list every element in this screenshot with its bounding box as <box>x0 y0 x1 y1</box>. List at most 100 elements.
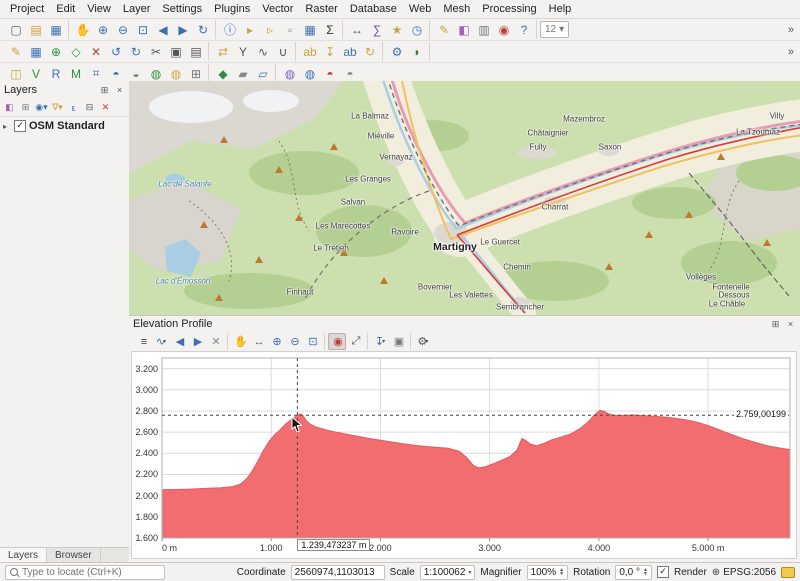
paste-features-icon[interactable]: ▤ <box>185 42 205 61</box>
manage-map-themes-icon[interactable]: ◉▾ <box>34 100 49 115</box>
measure-line-icon[interactable]: ↔ <box>346 20 366 39</box>
pin-labels-icon[interactable]: ↧ <box>319 42 339 61</box>
style-manager-icon[interactable]: ◧ <box>453 20 473 39</box>
temporal-controller-icon[interactable]: ◷ <box>406 20 426 39</box>
menu-plugins[interactable]: Plugins <box>208 2 256 16</box>
menu-database[interactable]: Database <box>344 2 403 16</box>
measure-profile-icon[interactable]: ⤢ <box>346 333 364 350</box>
open-attribute-table-icon[interactable]: ▦ <box>299 20 319 39</box>
deselect-all-icon[interactable]: ▫ <box>279 20 299 39</box>
rotation-spinbox[interactable]: 0,0 °▲▼ <box>615 565 652 580</box>
scale-combo[interactable]: 1:100062▾ <box>420 565 476 580</box>
tab-browser[interactable]: Browser <box>47 548 101 563</box>
new-project-icon[interactable]: ▢ <box>5 20 25 39</box>
pan-map-icon[interactable]: ✋ <box>72 20 92 39</box>
crs-status[interactable]: ⊕ EPSG:2056 <box>712 567 776 578</box>
toolbar-combo[interactable]: 12▾ <box>540 21 569 38</box>
capture-curve-icon[interactable]: ∿▾ <box>152 333 170 350</box>
menu-web[interactable]: Web <box>403 2 437 16</box>
close-icon[interactable]: × <box>785 319 796 330</box>
vertex-tool-icon[interactable]: ◇ <box>65 42 85 61</box>
menu-project[interactable]: Project <box>4 2 50 16</box>
undo-icon[interactable]: ↺ <box>105 42 125 61</box>
undock-icon[interactable]: ⊞ <box>99 85 110 96</box>
zoom-out-profile-icon[interactable]: ⊖ <box>285 333 303 350</box>
save-project-icon[interactable]: ▦ <box>45 20 65 39</box>
elevation-chart-plot[interactable] <box>132 352 796 558</box>
zoom-x-axis-icon[interactable]: ↔ <box>249 333 267 350</box>
select-features-icon[interactable]: ▸ <box>239 20 259 39</box>
magnifier-spinbox[interactable]: 100%▲▼ <box>527 565 569 580</box>
menu-settings[interactable]: Settings <box>156 2 208 16</box>
zoom-out-icon[interactable]: ⊖ <box>112 20 132 39</box>
new-bookmark-icon[interactable]: ★ <box>386 20 406 39</box>
processing-toolbox-icon[interactable]: ⚙ <box>386 42 406 61</box>
undock-icon[interactable]: ⊞ <box>770 319 781 330</box>
nudge-left-icon[interactable]: ◀ <box>170 333 188 350</box>
highlight-labels-icon[interactable]: ab <box>339 42 359 61</box>
python-console-icon[interactable]: ◗ <box>406 42 426 61</box>
rotate-label-icon[interactable]: ↻ <box>359 42 379 61</box>
pan-profile-icon[interactable]: ✋ <box>231 333 249 350</box>
delete-selected-icon[interactable]: ✕ <box>85 42 105 61</box>
help-icon[interactable]: ? <box>513 20 533 39</box>
save-layer-edits-icon[interactable]: ▦ <box>25 42 45 61</box>
text-annotation-icon[interactable]: ✎ <box>433 20 453 39</box>
menu-view[interactable]: View <box>81 2 117 16</box>
profile-settings-icon[interactable]: ⚙▾ <box>414 333 432 350</box>
export-image-icon[interactable]: ▣ <box>389 333 407 350</box>
redo-icon[interactable]: ↻ <box>125 42 145 61</box>
coordinate-input[interactable]: 2560974,1103013 <box>291 565 385 580</box>
menu-help[interactable]: Help <box>543 2 578 16</box>
copy-features-icon[interactable]: ▣ <box>165 42 185 61</box>
select-by-expression-icon[interactable]: ▹ <box>259 20 279 39</box>
add-feature-icon[interactable]: ⊕ <box>45 42 65 61</box>
render-checkbox[interactable]: ✓ <box>657 566 669 578</box>
zoom-in-icon[interactable]: ⊕ <box>92 20 112 39</box>
menu-edit[interactable]: Edit <box>50 2 81 16</box>
move-feature-icon[interactable]: ⇄ <box>212 42 232 61</box>
split-features-icon[interactable]: Y <box>232 42 252 61</box>
statistical-summary-icon[interactable]: ∑ <box>366 20 386 39</box>
open-layer-styling-icon[interactable]: ◧ <box>2 100 17 115</box>
menu-mesh[interactable]: Mesh <box>437 2 476 16</box>
menu-vector[interactable]: Vector <box>256 2 299 16</box>
toolbar-overflow-icon[interactable]: » <box>784 46 798 58</box>
locate-bar[interactable] <box>5 565 165 580</box>
elevation-chart[interactable]: 1.6001.8002.0002.2002.4002.6002.8003.000… <box>131 351 797 559</box>
merge-features-icon[interactable]: ∪ <box>272 42 292 61</box>
filter-legend-icon[interactable]: ∇▾ <box>50 100 65 115</box>
map-canvas[interactable]: MartignyFullyMazembrozChâtaignierCharrat… <box>129 81 800 315</box>
expander-icon[interactable]: ▸ <box>3 122 11 131</box>
remove-layer-icon[interactable]: ✕ <box>98 100 113 115</box>
zoom-last-icon[interactable]: ◀ <box>152 20 172 39</box>
messages-icon[interactable] <box>781 567 795 578</box>
identify-features-icon[interactable]: ⓘ <box>219 20 239 39</box>
layout-manager-icon[interactable]: ▥ <box>473 20 493 39</box>
snapping-icon[interactable]: ◉ <box>328 333 346 350</box>
nudge-right-icon[interactable]: ▶ <box>188 333 206 350</box>
collapse-all-icon[interactable]: ⊟ <box>82 100 97 115</box>
show-layer-tree-icon[interactable]: ≡ <box>134 333 152 350</box>
refresh-map-icon[interactable]: ↻ <box>192 20 212 39</box>
toolbar-overflow-icon[interactable]: » <box>784 24 798 36</box>
filter-by-expression-icon[interactable]: ε <box>66 100 81 115</box>
toggle-editing-icon[interactable]: ✎ <box>5 42 25 61</box>
osm-search-icon[interactable]: ◉ <box>493 20 513 39</box>
zoom-in-profile-icon[interactable]: ⊕ <box>267 333 285 350</box>
layer-labeling-icon[interactable]: ab <box>299 42 319 61</box>
add-group-icon[interactable]: ⊞ <box>18 100 33 115</box>
tab-layers[interactable]: Layers <box>0 548 47 563</box>
zoom-next-icon[interactable]: ▶ <box>172 20 192 39</box>
zoom-full-extent-icon[interactable]: ⊡ <box>132 20 152 39</box>
field-calculator-icon[interactable]: Σ <box>319 20 339 39</box>
reshape-features-icon[interactable]: ∿ <box>252 42 272 61</box>
layer-item-osm-standard[interactable]: ▸ ✓ OSM Standard <box>0 117 129 134</box>
export-profile-icon[interactable]: ↧▾ <box>371 333 389 350</box>
cut-features-icon[interactable]: ✂ <box>145 42 165 61</box>
menu-raster[interactable]: Raster <box>299 2 343 16</box>
menu-layer[interactable]: Layer <box>117 2 157 16</box>
zoom-full-profile-icon[interactable]: ⊡ <box>303 333 321 350</box>
locate-input[interactable] <box>22 567 160 578</box>
clear-icon[interactable]: ✕ <box>206 333 224 350</box>
